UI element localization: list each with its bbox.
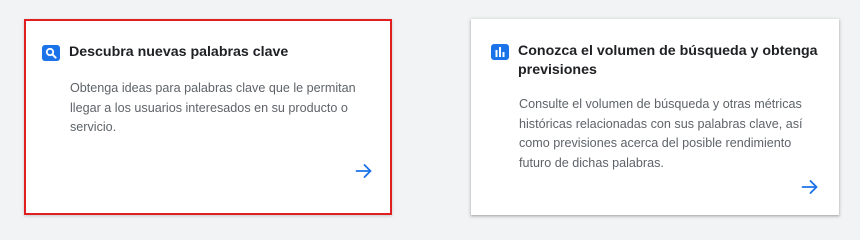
card-title: Conozca el volumen de búsqueda y obtenga… xyxy=(518,43,818,78)
search-volume-forecast-card[interactable]: Conozca el volumen de búsqueda y obtenga… xyxy=(471,19,839,215)
card-header: Descubra nuevas palabras clave xyxy=(42,43,372,62)
tool-selection-area: Descubra nuevas palabras clave Obtenga i… xyxy=(0,0,860,240)
card-description: Consulte el volumen de búsqueda y otras … xyxy=(519,97,803,170)
card-header: Conozca el volumen de búsqueda y obtenga… xyxy=(491,42,821,80)
card-title: Descubra nuevas palabras clave xyxy=(69,44,289,60)
arrow-right-icon[interactable] xyxy=(353,160,375,182)
arrow-right-icon[interactable] xyxy=(799,176,821,198)
search-icon xyxy=(42,45,60,61)
discover-keywords-card[interactable]: Descubra nuevas palabras clave Obtenga i… xyxy=(24,19,392,215)
card-description: Obtenga ideas para palabras clave que le… xyxy=(70,81,356,134)
bar-chart-icon xyxy=(491,44,509,60)
